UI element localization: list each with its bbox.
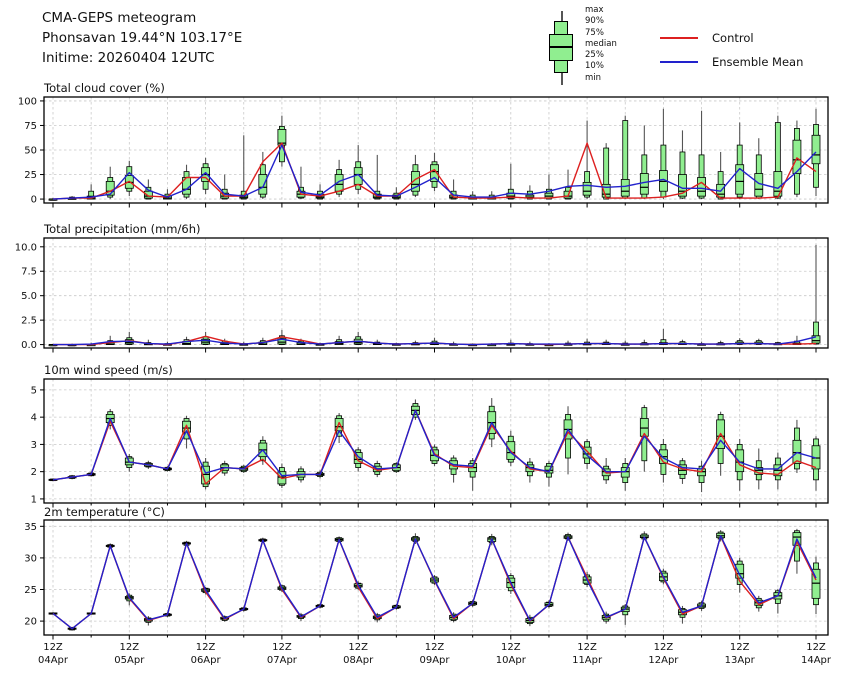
wind-ytick-label: 1 — [31, 494, 37, 505]
cloud-ytick-label: 0 — [31, 195, 37, 206]
control-line-label: Control — [712, 31, 754, 45]
x-label-hour: 12Z — [425, 642, 445, 653]
x-label-hour: 12Z — [654, 642, 674, 653]
cloud-ytick-label: 100 — [18, 96, 37, 107]
legend-label-median: median — [585, 39, 617, 50]
cloud-box-25-75 — [755, 174, 763, 197]
panel-title-temp: 2m temperature (°C) — [44, 505, 165, 519]
legend-label-max: max — [585, 5, 617, 16]
x-label-hour: 12Z — [577, 642, 597, 653]
wind-ytick-label: 3 — [31, 440, 37, 451]
x-label-hour: 12Z — [501, 642, 521, 653]
x-label-date: 04Apr — [38, 655, 69, 666]
x-label-date: 05Apr — [114, 655, 145, 666]
legend-median-line — [549, 46, 573, 48]
chart-title: CMA-GEPS meteogram — [42, 8, 242, 28]
x-label-date: 11Apr — [572, 655, 603, 666]
wind-ytick-label: 5 — [31, 385, 37, 396]
cloud-box-25-75 — [106, 181, 114, 195]
x-label-hour: 12Z — [196, 642, 216, 653]
x-label-hour: 12Z — [120, 642, 140, 653]
legend-label-90: 90% — [585, 16, 617, 27]
legend-label-25: 25% — [585, 50, 617, 61]
x-label-hour: 12Z — [806, 642, 826, 653]
x-label-hour: 12Z — [730, 642, 750, 653]
wind-ytick-label: 2 — [31, 467, 37, 478]
x-label-hour: 12Z — [272, 642, 292, 653]
x-label-date: 06Apr — [191, 655, 222, 666]
x-label-hour: 12Z — [348, 642, 368, 653]
meteogram-chart: 0 25 50 75 100 0.0 2.5 5.0 7.5 10.0 1 2 3 4 5 20 25 30 35 1… — [0, 0, 844, 680]
x-label-date: 14Apr — [801, 655, 832, 666]
boxplot-legend-glyph — [546, 9, 578, 87]
cloud-box-25-75 — [698, 177, 706, 196]
precip-ytick-label: 7.5 — [21, 267, 37, 278]
meteogram-page: CMA-GEPS meteogram Phonsavan 19.44°N 103… — [0, 0, 844, 680]
precip-ytick-label: 10.0 — [15, 242, 37, 253]
panel-title-precip: Total precipitation (mm/6h) — [44, 222, 200, 236]
temp-ytick-label: 30 — [24, 553, 37, 564]
x-label-date: 07Apr — [267, 655, 298, 666]
precip-ytick-label: 0.0 — [21, 340, 37, 351]
cloud-box-25-75 — [583, 182, 591, 195]
cloud-ytick-label: 75 — [24, 121, 37, 132]
x-label-date: 12Apr — [648, 655, 679, 666]
x-label-hour: 12Z — [43, 642, 63, 653]
cloud-ytick-label: 25 — [24, 170, 37, 181]
ensemble-mean-line-swatch — [660, 61, 698, 63]
cloud-box-25-75 — [621, 179, 629, 196]
precip-ytick-label: 5.0 — [21, 291, 37, 302]
legend-label-min: min — [585, 73, 617, 84]
cloud-box-25-75 — [259, 175, 267, 195]
x-label-date: 09Apr — [419, 655, 450, 666]
legend-label-10: 10% — [585, 61, 617, 72]
precip-ytick-label: 2.5 — [21, 316, 37, 327]
cloud-box-25-75 — [812, 135, 820, 163]
cloud-ytick-label: 50 — [24, 146, 37, 157]
x-label-date: 10Apr — [496, 655, 527, 666]
temp-ytick-label: 25 — [24, 585, 37, 596]
boxplot-legend-labels: max 90% 75% median 25% 10% min — [585, 5, 617, 84]
cloud-box-25-75 — [640, 174, 648, 195]
ensemble-mean-line-label: Ensemble Mean — [712, 55, 803, 69]
legend-label-75: 75% — [585, 28, 617, 39]
panel-title-cloud: Total cloud cover (%) — [44, 81, 165, 95]
x-label-date: 08Apr — [343, 655, 374, 666]
wind-panel-border — [44, 379, 828, 503]
panel-title-wind: 10m wind speed (m/s) — [44, 363, 173, 377]
chart-inittime: Initime: 20260404 12UTC — [42, 48, 242, 68]
temp-ytick-label: 35 — [24, 522, 37, 533]
chart-header: CMA-GEPS meteogram Phonsavan 19.44°N 103… — [42, 8, 242, 68]
chart-location: Phonsavan 19.44°N 103.17°E — [42, 28, 242, 48]
temp-ytick-label: 20 — [24, 617, 37, 628]
x-label-date: 13Apr — [725, 655, 756, 666]
precip-panel-border — [44, 238, 828, 348]
wind-ytick-label: 4 — [31, 413, 37, 424]
control-line-swatch — [660, 37, 698, 39]
